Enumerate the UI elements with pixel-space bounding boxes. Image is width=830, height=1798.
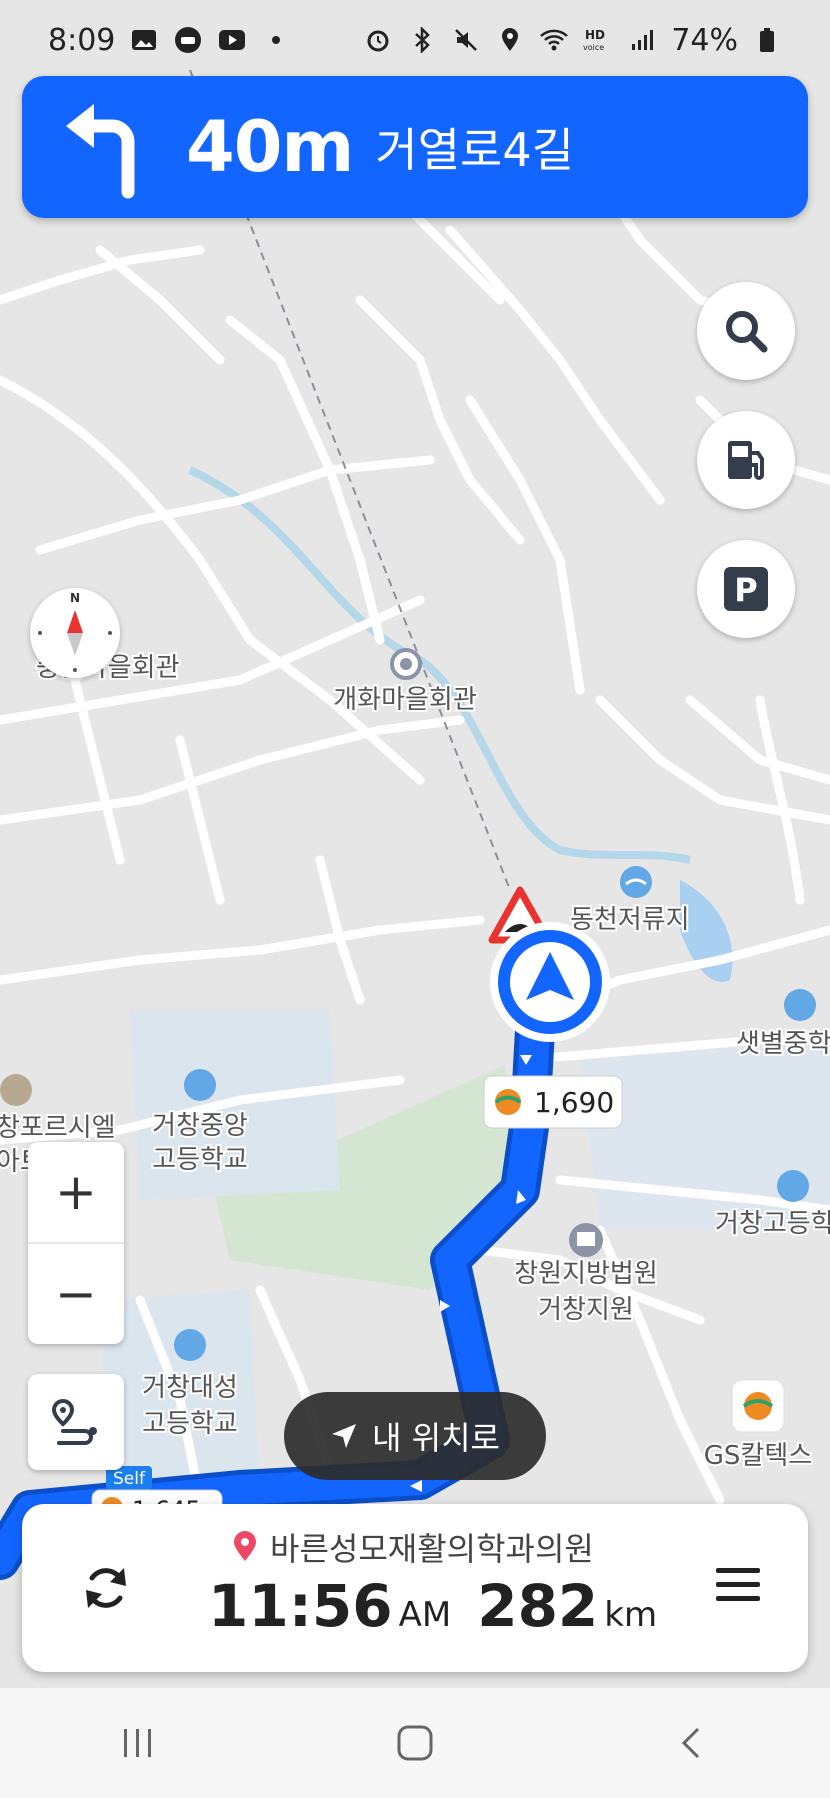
- turn-left-arrow-icon: [66, 104, 135, 199]
- gas-station-button[interactable]: [697, 411, 795, 509]
- youtube-icon: [217, 25, 247, 55]
- map-label-daesung-2: 고등학교: [142, 1409, 238, 1439]
- notification-dot-icon: [261, 25, 291, 55]
- building-icon: [0, 1074, 32, 1106]
- route-overview-icon: [51, 1398, 97, 1445]
- gs-caltex-icon: [731, 1379, 785, 1433]
- remaining-distance-unit: km: [604, 1595, 658, 1635]
- parking-icon: P: [724, 567, 768, 611]
- bluetooth-icon: [407, 25, 437, 55]
- svg-text:N: N: [70, 591, 80, 605]
- my-location-button[interactable]: 내 위치로: [284, 1392, 546, 1480]
- reroute-icon: [86, 1568, 126, 1608]
- court-icon: [569, 1223, 603, 1257]
- reservoir-icon: [620, 866, 652, 898]
- signal-icon: [627, 25, 657, 55]
- zoom-control: + −: [28, 1142, 124, 1344]
- destination[interactable]: 바른성모재활의학과의원: [232, 1524, 594, 1570]
- village-hall-icon: [390, 648, 422, 680]
- battery-percent: 74%: [671, 22, 738, 58]
- mute-icon: [451, 25, 481, 55]
- car-icon: [173, 25, 203, 55]
- recent-apps-button[interactable]: [98, 1703, 178, 1783]
- back-icon: [681, 1727, 699, 1759]
- map-label-jungang-2: 고등학교: [152, 1145, 248, 1175]
- destination-pin-icon: [234, 1531, 256, 1561]
- map-label-saebyeol: 샛별중학: [736, 1029, 830, 1059]
- map-label-gaehwa: 개화마을회관: [333, 685, 477, 715]
- status-bar: 8:09 HD voice 74%: [0, 0, 830, 80]
- status-time: 8:09: [48, 22, 116, 58]
- menu-button[interactable]: [708, 1554, 768, 1614]
- arrival-ampm: AM: [398, 1595, 452, 1635]
- parking-button[interactable]: P: [697, 540, 795, 638]
- map-label-left-cut-1: 창포르시엘: [0, 1113, 116, 1143]
- back-button[interactable]: [652, 1703, 732, 1783]
- map-label-gs: GS칼텍스: [704, 1441, 812, 1471]
- svg-text:voice: voice: [583, 43, 604, 52]
- map-label-geochang-high: 거창고등학: [715, 1209, 830, 1239]
- navigation-arrow-icon: [332, 1424, 357, 1448]
- zoom-out-button[interactable]: −: [28, 1244, 124, 1344]
- my-location-label: 내 위치로: [372, 1419, 500, 1457]
- gallery-icon: [129, 25, 159, 55]
- map-label-jungang-1: 거창중앙: [152, 1111, 248, 1141]
- reroute-button[interactable]: [66, 1548, 146, 1628]
- location-icon: [495, 25, 525, 55]
- gas-price-tag[interactable]: 1,690: [483, 1075, 623, 1129]
- map-label-dongcheon: 동천저류지: [570, 905, 690, 935]
- home-icon: [397, 1725, 433, 1761]
- turn-distance: 40m: [186, 106, 354, 188]
- alarm-icon: [363, 25, 393, 55]
- trip-summary-card: 바른성모재활의학과의원 11:56 AM 282 km: [22, 1504, 808, 1672]
- zoom-in-button[interactable]: +: [28, 1142, 124, 1242]
- remaining-distance: 282: [477, 1572, 599, 1640]
- eta-row: 11:56 AM 282 km: [208, 1572, 683, 1640]
- svg-text:HD: HD: [585, 28, 605, 42]
- map-label-court-2: 거창지원: [538, 1295, 634, 1325]
- svg-text:Self: Self: [113, 1469, 146, 1489]
- svg-text:P: P: [734, 571, 757, 609]
- home-button[interactable]: [375, 1703, 455, 1783]
- destination-name: 바른성모재활의학과의원: [270, 1530, 594, 1568]
- search-icon: [726, 311, 768, 353]
- gas-station-icon: [728, 441, 764, 480]
- compass-button[interactable]: N: [30, 588, 120, 678]
- turn-instruction-banner[interactable]: 40m 거열로4길: [22, 76, 808, 218]
- search-button[interactable]: [697, 282, 795, 380]
- hamburger-menu-icon: [716, 1568, 760, 1601]
- map-label-daesung-1: 거창대성: [142, 1373, 238, 1403]
- current-position-icon: [490, 922, 610, 1042]
- turn-road-name: 거열로4길: [375, 123, 574, 177]
- route-overview-button[interactable]: [28, 1374, 124, 1470]
- wifi-icon: [539, 25, 569, 55]
- battery-icon: [752, 25, 782, 55]
- gas-price-value: 1,690: [534, 1086, 614, 1119]
- compass-icon: N: [38, 591, 112, 672]
- turn-distance-unit: m: [281, 106, 354, 188]
- recent-apps-icon: [124, 1729, 152, 1757]
- turn-distance-value: 40: [186, 106, 282, 188]
- system-navigation-bar: [0, 1688, 830, 1798]
- hd-voice-icon: HD voice: [583, 25, 613, 55]
- arrival-time: 11:56: [208, 1572, 393, 1640]
- map-label-court-1: 창원지방법원: [514, 1259, 658, 1289]
